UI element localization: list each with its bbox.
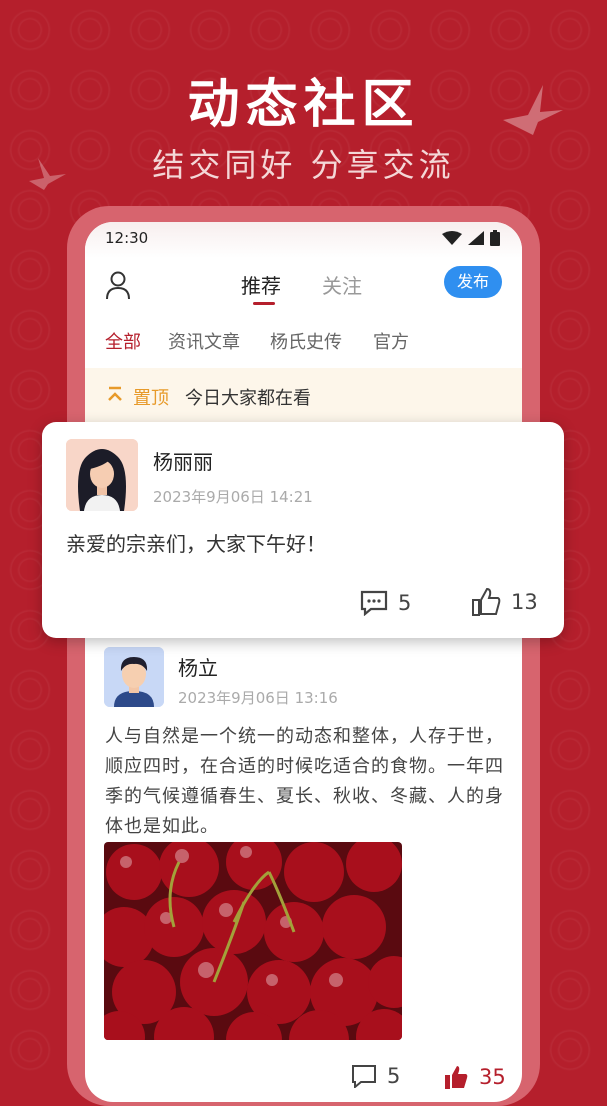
crane-icon-small: [29, 158, 66, 190]
post-date: 2023年9月06日 14:21: [153, 488, 313, 506]
comment-icon: [352, 1065, 376, 1088]
user-icon[interactable]: [105, 270, 131, 300]
top-nav: 推荐 关注 发布: [85, 262, 522, 310]
status-bar: 12:30: [85, 222, 522, 258]
comment-count: 5: [387, 1064, 401, 1088]
female-avatar-icon: [66, 439, 138, 511]
comment-button[interactable]: 5: [360, 590, 411, 616]
comment-icon: [360, 590, 388, 616]
publish-button[interactable]: 发布: [444, 266, 502, 298]
post-image-cherries[interactable]: [104, 842, 402, 1040]
category-all[interactable]: 全部: [105, 328, 141, 354]
category-history[interactable]: 杨氏史传: [270, 328, 342, 354]
comment-count: 5: [398, 591, 412, 615]
battery-icon: [490, 230, 500, 246]
category-official[interactable]: 官方: [373, 328, 409, 354]
phone-screen: 12:30 推荐 关注 发布 全部 资讯文章 杨氏史传 官方 置顶 今日大家都在…: [85, 222, 522, 1102]
avatar[interactable]: [66, 439, 138, 511]
post-content: 人与自然是一个统一的动态和整体，人存于世，顺应四时，在合适的时候吃适合的食物。一…: [105, 726, 504, 837]
thumbs-up-icon: [445, 1066, 468, 1089]
signal-icon: [468, 231, 484, 245]
status-time: 12:30: [105, 229, 149, 247]
male-avatar-icon: [104, 647, 164, 707]
category-news[interactable]: 资讯文章: [168, 328, 240, 354]
promo-subtitle: 结交同好 分享交流: [152, 146, 455, 184]
like-count: 13: [511, 590, 538, 614]
tab-recommend[interactable]: 推荐: [241, 270, 281, 305]
thumbs-up-icon: [472, 587, 501, 616]
pinned-label: 置顶: [133, 388, 169, 409]
like-button[interactable]: 13: [471, 587, 538, 617]
comment-button[interactable]: 5: [351, 1064, 400, 1088]
status-icons: [442, 230, 500, 246]
pinned-text: 今日大家都在看: [185, 388, 311, 409]
category-tabs: 全部 资讯文章 杨氏史传 官方: [85, 328, 522, 358]
tab-follow[interactable]: 关注: [322, 270, 362, 299]
cherries-image: [104, 842, 402, 1040]
like-button[interactable]: 35: [443, 1064, 506, 1090]
post-author[interactable]: 杨丽丽: [153, 446, 213, 475]
post-author[interactable]: 杨立: [178, 652, 218, 681]
post-content: 亲爱的宗亲们，大家下午好！: [66, 532, 326, 556]
post-date: 2023年9月06日 13:16: [178, 689, 338, 707]
featured-post-card[interactable]: 杨丽丽 2023年9月06日 14:21 亲爱的宗亲们，大家下午好！ 5 13: [42, 422, 564, 638]
crane-icon: [503, 85, 563, 135]
avatar[interactable]: [104, 647, 164, 707]
post-actions: 5 35: [85, 1064, 522, 1094]
pin-up-icon: [108, 386, 122, 401]
like-count: 35: [479, 1065, 506, 1089]
pinned-bar[interactable]: 置顶 今日大家都在看: [85, 368, 522, 424]
wifi-icon: [442, 231, 462, 245]
